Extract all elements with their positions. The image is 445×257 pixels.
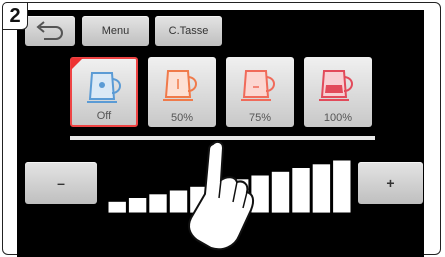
level-segment [107,200,127,213]
back-button[interactable] [25,16,75,46]
level-segment [311,163,332,213]
decrease-button[interactable]: – [25,162,97,204]
cup-label-100: 100% [323,112,353,124]
level-segment [127,197,148,213]
cup-warmer-100-icon [319,70,353,101]
cup-option-50[interactable]: 50% [148,57,216,127]
device-screen: Menu C.Tasse Off 50% 75% 100% – + [17,10,424,257]
level-segment [148,193,168,213]
pointing-hand-icon [188,140,255,251]
cup-label-75: 75% [248,112,272,124]
cup-warmer-75-icon [241,70,275,101]
level-segment [291,167,311,213]
cup-warmer-off-icon [87,72,121,103]
cup-option-100[interactable]: 100% [304,57,372,127]
menu-button[interactable]: Menu [82,16,149,46]
back-arrow-icon [36,21,63,40]
cup-label-off: Off [96,110,112,122]
cup-option-off[interactable]: Off [70,57,138,127]
level-segment [332,159,352,213]
level-segment [270,170,291,213]
cup-warmer-50-icon [163,70,197,101]
cup-option-75[interactable]: 75% [226,57,294,127]
cup-label-50: 50% [170,112,194,124]
ctasse-button[interactable]: C.Tasse [155,16,222,46]
increase-button[interactable]: + [358,162,423,204]
step-number-badge: 2 [2,2,28,30]
